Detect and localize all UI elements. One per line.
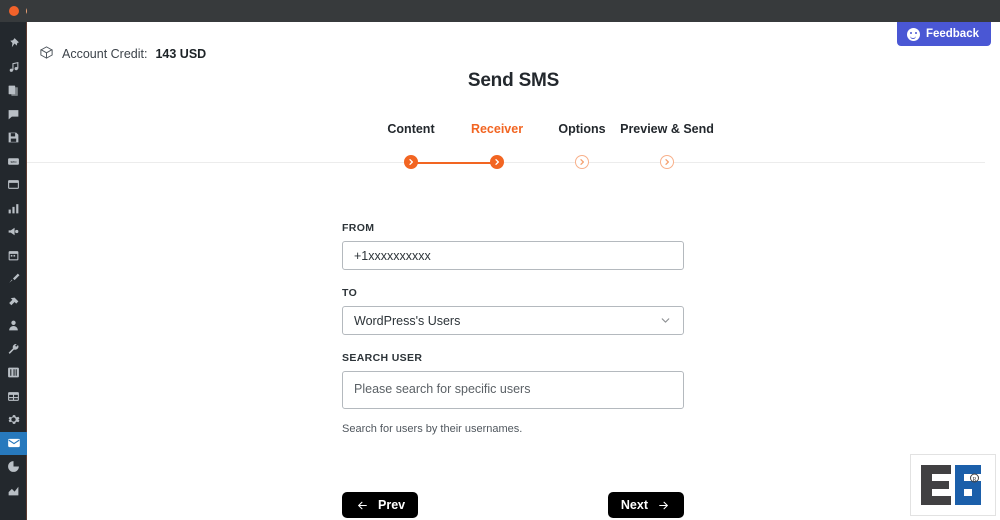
prev-button-label: Prev bbox=[378, 498, 405, 512]
sidebar-item-bar-chart[interactable] bbox=[0, 479, 27, 503]
settings-icon bbox=[7, 413, 20, 426]
wizard-nav: Prev Next bbox=[342, 492, 684, 518]
plugin-icon bbox=[7, 296, 20, 309]
step-dot-3[interactable] bbox=[575, 155, 589, 169]
sidebar-item-window[interactable] bbox=[0, 173, 27, 197]
svg-text:R: R bbox=[972, 477, 976, 483]
sidebar-item-brush[interactable] bbox=[0, 267, 27, 291]
step-label-1[interactable]: Content bbox=[387, 122, 434, 136]
search-user-field-group: SEARCH USER Search for users by their us… bbox=[342, 352, 684, 435]
search-user-input[interactable] bbox=[342, 371, 684, 409]
sidebar-item-analytics[interactable] bbox=[0, 197, 27, 221]
close-window-button[interactable] bbox=[9, 6, 19, 16]
from-input[interactable] bbox=[342, 241, 684, 270]
step-label-4[interactable]: Preview & Send bbox=[620, 122, 714, 136]
next-button-label: Next bbox=[621, 498, 648, 512]
window-icon bbox=[7, 178, 20, 191]
to-field-group: TO WordPress's Users bbox=[342, 287, 684, 335]
seo-icon: seo bbox=[7, 155, 20, 168]
prev-button[interactable]: Prev bbox=[342, 492, 418, 518]
save-icon bbox=[7, 131, 20, 144]
sidebar-item-sliders[interactable] bbox=[0, 361, 27, 385]
table-icon bbox=[7, 390, 20, 403]
wizard-stepper: Content Receiver Options Preview & Send bbox=[27, 122, 1000, 184]
eg-logo-watermark: R bbox=[910, 454, 996, 516]
eg-logo-icon: R bbox=[919, 463, 987, 507]
calendar-icon bbox=[7, 249, 20, 262]
sidebar-item-mail[interactable] bbox=[0, 432, 27, 456]
to-label: TO bbox=[342, 287, 684, 299]
account-credit-label: Account Credit: bbox=[62, 47, 147, 61]
sliders-icon bbox=[7, 366, 20, 379]
step-dot-2[interactable] bbox=[490, 155, 504, 169]
pin-icon bbox=[7, 37, 20, 50]
sidebar-item-plugin[interactable] bbox=[0, 291, 27, 315]
step-dot-4[interactable] bbox=[660, 155, 674, 169]
sidebar-item-calendar[interactable] bbox=[0, 244, 27, 268]
svg-text:seo: seo bbox=[10, 160, 16, 164]
sidebar-item-table[interactable] bbox=[0, 385, 27, 409]
feedback-button-label: Feedback bbox=[926, 28, 979, 40]
chevron-down-icon bbox=[659, 314, 672, 327]
step-dot-1[interactable] bbox=[404, 155, 418, 169]
to-select-value: WordPress's Users bbox=[354, 314, 460, 328]
admin-sidebar: seo bbox=[0, 22, 27, 520]
mail-icon bbox=[7, 436, 21, 450]
search-user-label: SEARCH USER bbox=[342, 352, 684, 364]
stepper-rail bbox=[27, 162, 985, 163]
sidebar-item-pin[interactable] bbox=[0, 32, 27, 56]
step-label-2[interactable]: Receiver bbox=[471, 122, 523, 136]
box-icon bbox=[39, 45, 54, 63]
next-button[interactable]: Next bbox=[608, 492, 684, 518]
search-user-help-text: Search for users by their usernames. bbox=[342, 423, 684, 435]
sidebar-item-tools[interactable] bbox=[0, 338, 27, 362]
users-icon bbox=[7, 319, 20, 332]
analytics-icon bbox=[7, 202, 20, 215]
sidebar-item-megaphone[interactable] bbox=[0, 220, 27, 244]
sidebar-item-pie-chart[interactable] bbox=[0, 455, 27, 479]
brush-icon bbox=[7, 272, 20, 285]
megaphone-icon bbox=[7, 225, 20, 238]
to-select[interactable]: WordPress's Users bbox=[342, 306, 684, 335]
from-label: FROM bbox=[342, 222, 684, 234]
media-icon bbox=[7, 61, 20, 74]
receiver-form: FROM TO WordPress's Users SEARCH USER bbox=[342, 222, 684, 435]
account-credit: Account Credit: 143 USD bbox=[39, 45, 206, 63]
sidebar-item-pages[interactable] bbox=[0, 79, 27, 103]
pages-icon bbox=[7, 84, 20, 97]
arrow-left-icon bbox=[355, 499, 370, 512]
sidebar-item-settings[interactable] bbox=[0, 408, 27, 432]
stepper-progress-line bbox=[411, 162, 497, 165]
from-field-group: FROM bbox=[342, 222, 684, 270]
sidebar-item-save[interactable] bbox=[0, 126, 27, 150]
sidebar-item-comments[interactable] bbox=[0, 103, 27, 127]
titlebar-right-strip bbox=[27, 0, 1000, 22]
sidebar-item-media[interactable] bbox=[0, 56, 27, 80]
main-content: Feedback Account Credit: 143 USD Send SM… bbox=[27, 22, 1000, 520]
sidebar-item-users[interactable] bbox=[0, 314, 27, 338]
comments-icon bbox=[7, 108, 20, 121]
page-title: Send SMS bbox=[27, 70, 1000, 92]
arrow-right-icon bbox=[656, 499, 671, 512]
sidebar-item-seo[interactable]: seo bbox=[0, 150, 27, 174]
bar-chart-icon bbox=[7, 484, 20, 497]
feedback-button[interactable]: Feedback bbox=[897, 22, 991, 46]
account-credit-amount: 143 USD bbox=[155, 47, 206, 61]
step-label-3[interactable]: Options bbox=[558, 122, 605, 136]
pie-chart-icon bbox=[7, 460, 20, 473]
app-window: seo Feedback Account Credit: 143 USD Sen… bbox=[0, 0, 1000, 520]
tools-icon bbox=[7, 343, 20, 356]
smiley-icon bbox=[907, 28, 920, 41]
